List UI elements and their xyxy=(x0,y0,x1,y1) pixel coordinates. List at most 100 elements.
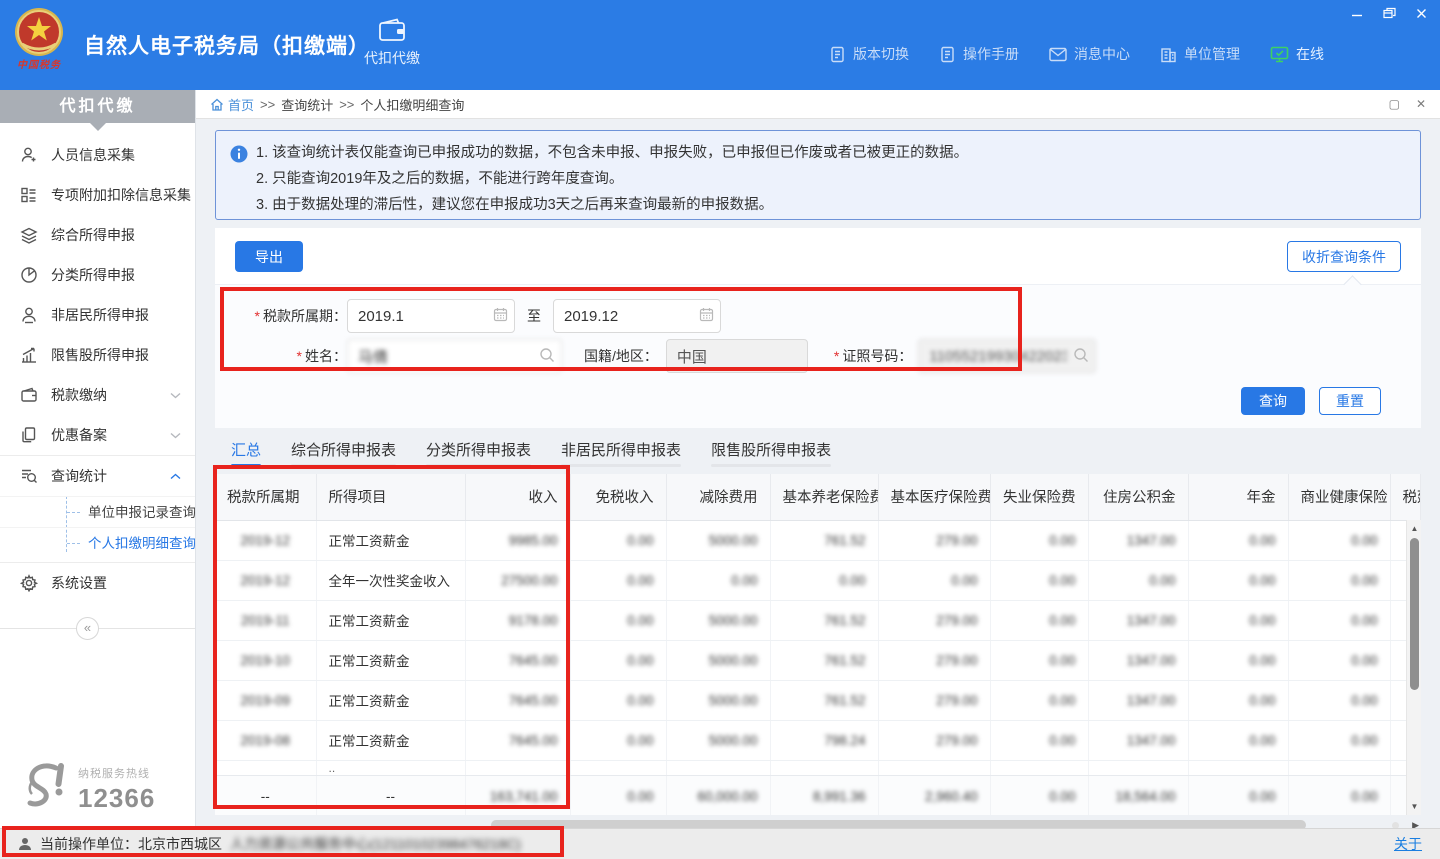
search-icon[interactable] xyxy=(1073,347,1089,363)
sidebar-item-label: 限售股所得申报 xyxy=(51,345,181,365)
reset-button[interactable]: 重置 xyxy=(1319,387,1381,415)
cell-value: 5000.00 xyxy=(666,600,770,640)
sidebar-group-query-statistics: 查询统计 单位申报记录查询 个人扣缴明细查询 xyxy=(0,455,195,563)
cell-value: 5000.00 xyxy=(666,680,770,720)
sidebar-item-preferential-filing[interactable]: 优惠备案 xyxy=(0,415,195,455)
current-unit-label: 当前操作单位：北京市西城区 xyxy=(40,834,222,854)
cell-value: 279.00 xyxy=(878,640,990,680)
cell-value: 761.52 xyxy=(770,640,878,680)
calendar-icon[interactable] xyxy=(493,307,508,322)
id-number-label: *证照号码： xyxy=(834,346,912,366)
col-header-pension[interactable]: 基本养老保险费 xyxy=(770,474,878,520)
breadcrumb-item[interactable]: 查询统计 xyxy=(281,95,333,114)
collapse-filter-button[interactable]: 收折查询条件 xyxy=(1287,241,1401,272)
cell-income-item: 正常工资薪金 xyxy=(316,600,465,640)
table-row[interactable]: 2019-12全年一次性奖金收入27500.000.000.000.000.00… xyxy=(215,560,1420,600)
horizontal-scroll-thumb[interactable] xyxy=(491,820,1306,828)
name-input[interactable] xyxy=(347,339,562,373)
sidebar-collapse-row: « xyxy=(0,617,195,641)
breadcrumb-home[interactable]: 首页 xyxy=(210,95,254,114)
tax-emblem-logo: 中国税务 xyxy=(10,6,68,82)
sidebar-item-personnel-info[interactable]: 人员信息采集 xyxy=(0,135,195,175)
col-header-cutoff[interactable]: 税延养老保险 xyxy=(1390,474,1420,520)
restore-button[interactable] xyxy=(1380,4,1398,22)
scroll-down-arrow[interactable]: ▼ xyxy=(1407,800,1421,813)
unit-management-button[interactable]: 单位管理 xyxy=(1160,44,1240,64)
cell-value: 9178.00 xyxy=(465,600,570,640)
sidebar-item-label: 综合所得申报 xyxy=(51,225,181,245)
manual-button[interactable]: 操作手册 xyxy=(939,44,1019,64)
tab-summary[interactable]: 汇总 xyxy=(231,439,261,467)
about-link[interactable]: 关于 xyxy=(1394,834,1422,854)
table-row[interactable]: 2019-10正常工资薪金7645.000.005000.00761.52279… xyxy=(215,640,1420,680)
minimize-button[interactable] xyxy=(1348,4,1366,22)
col-header-item[interactable]: 所得项目 xyxy=(316,474,465,520)
sidebar: 代扣代缴 人员信息采集 专项附加扣除信息采集 综合所得申报 xyxy=(0,90,196,828)
message-center-button[interactable]: 消息中心 xyxy=(1049,44,1130,64)
col-header-medical[interactable]: 基本医疗保险费 xyxy=(878,474,990,520)
total-period: -- xyxy=(215,775,316,815)
calendar-icon[interactable] xyxy=(699,307,714,322)
total-value: 0.00 xyxy=(990,775,1088,815)
table-row[interactable]: 2019-09正常工资薪金7645.000.005000.00761.52279… xyxy=(215,680,1420,720)
col-header-annuity[interactable]: 年金 xyxy=(1188,474,1288,520)
period-from-input[interactable] xyxy=(347,299,515,333)
message-center-label: 消息中心 xyxy=(1074,44,1130,64)
query-button[interactable]: 查询 xyxy=(1241,387,1305,415)
sidebar-item-label: 分类所得申报 xyxy=(51,265,181,285)
scroll-up-arrow[interactable]: ▲ xyxy=(1407,522,1421,535)
search-icon[interactable] xyxy=(539,347,555,363)
table-row-partial[interactable]: .. xyxy=(215,760,1420,775)
sidebar-item-restricted-stock[interactable]: 限售股所得申报 xyxy=(0,335,195,375)
scroll-right-arrow[interactable]: ▶ xyxy=(1412,819,1419,828)
table-row[interactable]: 2019-11正常工资薪金9178.000.005000.00761.52279… xyxy=(215,600,1420,640)
cell-value: 0.00 xyxy=(570,640,666,680)
cell-value: 0.00 xyxy=(1188,520,1288,560)
cell-value xyxy=(666,760,770,775)
table-row[interactable]: 2019-08正常工资薪金7645.000.005000.00798.24279… xyxy=(215,720,1420,760)
tab-classified-income[interactable]: 分类所得申报表 xyxy=(426,439,531,467)
close-window-button[interactable] xyxy=(1412,4,1430,22)
online-status[interactable]: 在线 xyxy=(1270,44,1324,64)
col-header-deduction[interactable]: 减除费用 xyxy=(666,474,770,520)
version-switch-button[interactable]: 版本切换 xyxy=(829,44,909,64)
cell-period: 2019-09 xyxy=(215,680,316,720)
wallet-icon xyxy=(20,386,38,404)
sidebar-subitem-personal-withholding-query[interactable]: 个人扣缴明细查询 xyxy=(0,527,195,558)
table-row[interactable]: 2019-12正常工资薪金9985.000.005000.00761.52279… xyxy=(215,520,1420,560)
vertical-scrollbar[interactable]: ▲ ▼ xyxy=(1406,520,1421,815)
col-header-health-insurance[interactable]: 商业健康保险 xyxy=(1288,474,1390,520)
col-header-unemployment[interactable]: 失业保险费 xyxy=(990,474,1088,520)
tab-nonresident-income[interactable]: 非居民所得申报表 xyxy=(561,439,681,467)
sidebar-item-nonresident-income[interactable]: 非居民所得申报 xyxy=(0,295,195,335)
cell-value: 5000.00 xyxy=(666,720,770,760)
current-unit-blurred: 人力资源公共服务中心(12110102398476218C) xyxy=(230,834,521,854)
sidebar-item-classified-income[interactable]: 分类所得申报 xyxy=(0,255,195,295)
tab-restricted-stock[interactable]: 限售股所得申报表 xyxy=(711,439,831,467)
vertical-scroll-thumb[interactable] xyxy=(1410,538,1419,690)
col-header-income[interactable]: 收入 xyxy=(465,474,570,520)
sidebar-item-tax-payment[interactable]: 税款缴纳 xyxy=(0,375,195,415)
col-header-taxfree-income[interactable]: 免税收入 xyxy=(570,474,666,520)
sidebar-collapse-button[interactable]: « xyxy=(76,617,99,640)
hotline-logo-icon xyxy=(22,762,70,814)
tab-daikou-daijiao[interactable]: 代扣代缴 xyxy=(352,18,432,68)
envelope-icon xyxy=(1049,47,1067,62)
result-tabs: 汇总 综合所得申报表 分类所得申报表 非居民所得申报表 限售股所得申报表 xyxy=(231,439,1421,467)
period-to-input[interactable] xyxy=(553,299,721,333)
col-header-period[interactable]: 税款所属期 xyxy=(215,474,316,520)
sidebar-item-special-deduction[interactable]: 专项附加扣除信息采集 xyxy=(0,175,195,215)
tab-comprehensive-income[interactable]: 综合所得申报表 xyxy=(291,439,396,467)
name-label: *姓名： xyxy=(215,346,347,366)
export-button[interactable]: 导出 xyxy=(235,241,303,272)
pane-close-button[interactable]: ✕ xyxy=(1416,97,1426,111)
sidebar-item-comprehensive-income[interactable]: 综合所得申报 xyxy=(0,215,195,255)
person-add-icon xyxy=(20,146,38,164)
sidebar-item-system-settings[interactable]: 系统设置 xyxy=(0,563,195,603)
cell-value: 0.00 xyxy=(570,680,666,720)
horizontal-scrollbar[interactable]: ▶ xyxy=(215,819,1421,828)
sidebar-subitem-unit-declaration-query[interactable]: 单位申报记录查询 xyxy=(0,496,195,527)
pane-maximize-button[interactable]: ▢ xyxy=(1389,97,1400,111)
sidebar-item-query-statistics[interactable]: 查询统计 xyxy=(0,456,195,496)
col-header-housing-fund[interactable]: 住房公积金 xyxy=(1088,474,1188,520)
